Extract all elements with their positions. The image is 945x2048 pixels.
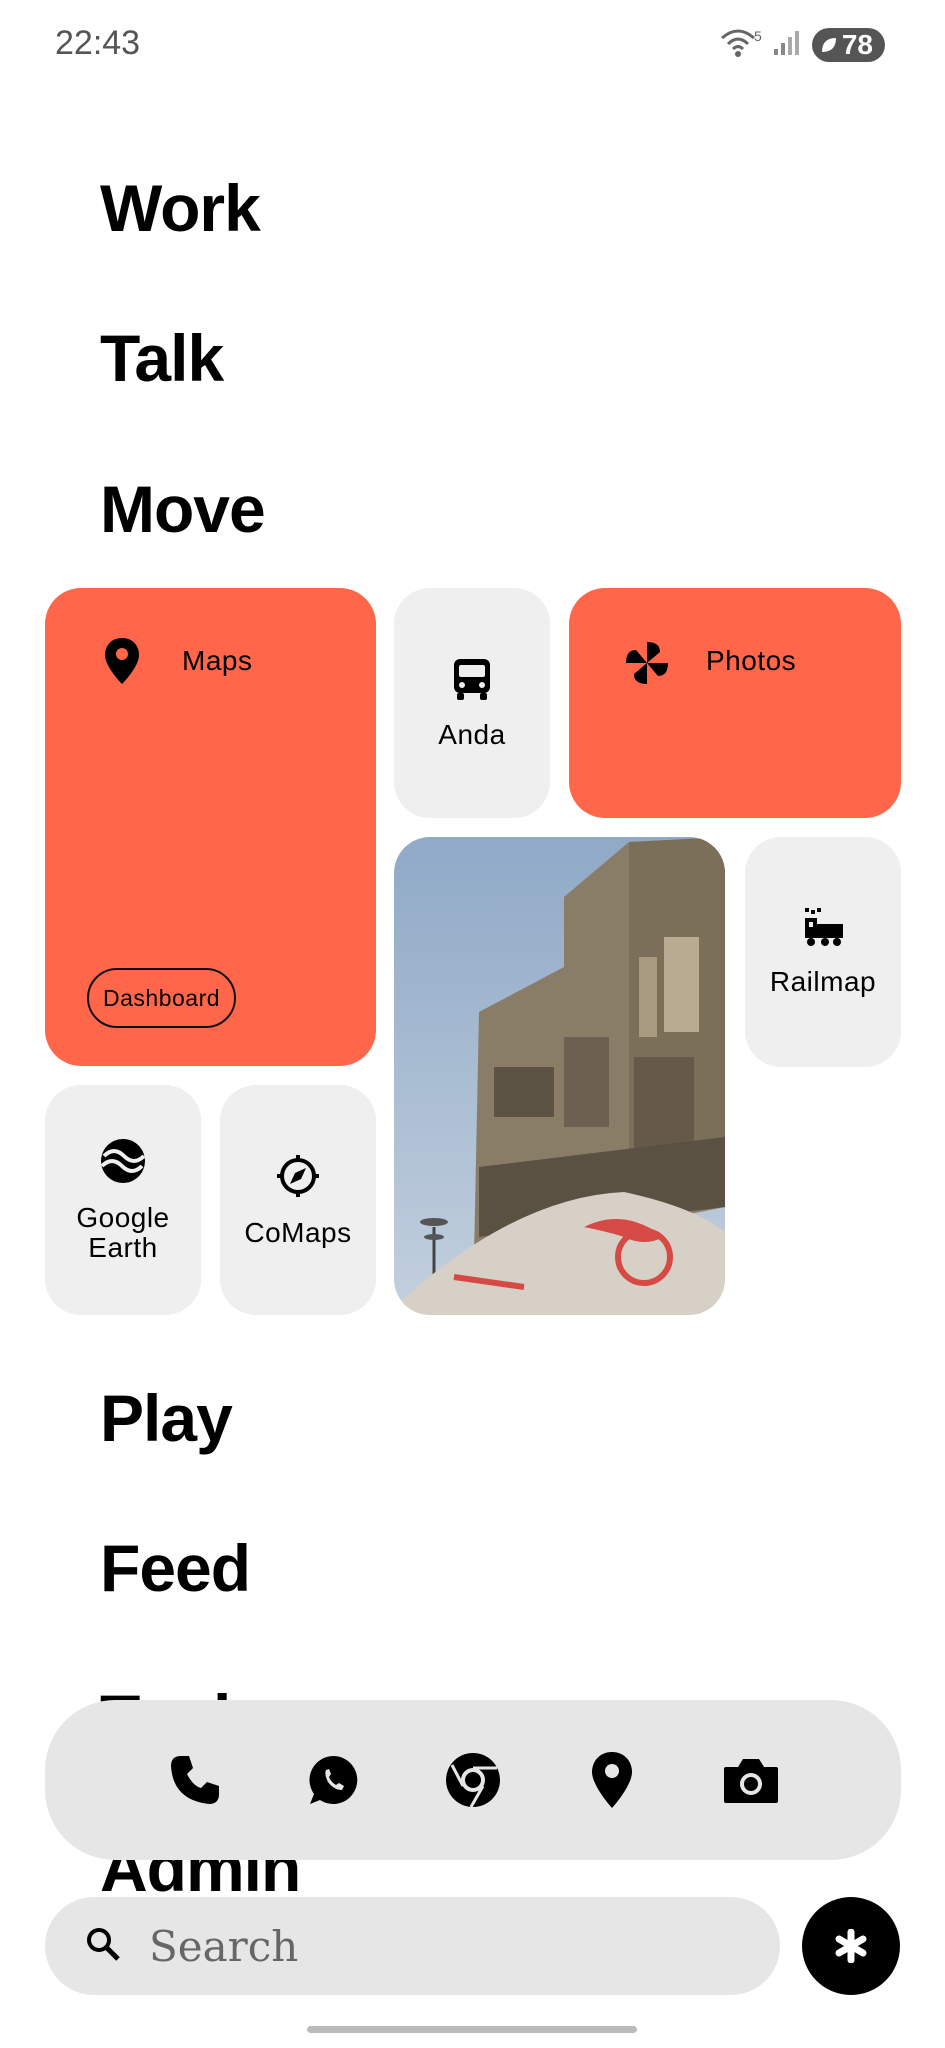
dashboard-chip[interactable]: Dashboard	[87, 968, 237, 1028]
google-earth-tile[interactable]: Google Earth	[45, 1085, 201, 1315]
google-earth-label: Google Earth	[76, 1201, 170, 1263]
category-move[interactable]: Move	[100, 471, 266, 547]
railmap-label: Railmap	[769, 965, 877, 997]
chrome-icon[interactable]	[441, 1748, 505, 1812]
home-indicator[interactable]	[307, 2026, 637, 2033]
train-icon	[799, 907, 847, 953]
category-work[interactable]: Work	[100, 170, 261, 246]
bus-icon	[452, 657, 492, 706]
pinwheel-icon	[624, 640, 670, 691]
battery-level: 78	[841, 28, 873, 60]
map-pin-icon	[105, 638, 139, 689]
anda-label: Anda	[438, 718, 506, 750]
anda-tile[interactable]: Anda	[394, 588, 550, 818]
maps-label: Maps	[182, 645, 253, 676]
photos-label: Photos	[706, 645, 797, 676]
search-bar[interactable]: Search	[45, 1897, 780, 1995]
asterisk-icon	[835, 1929, 867, 1963]
railmap-tile[interactable]: Railmap	[745, 837, 901, 1067]
comaps-label: CoMaps	[244, 1216, 352, 1248]
search-icon	[85, 1926, 121, 1967]
dock	[45, 1700, 901, 1860]
status-time: 22:43	[55, 24, 141, 62]
photos-tile[interactable]: Photos	[569, 588, 901, 818]
whatsapp-icon[interactable]	[302, 1748, 366, 1812]
search-input[interactable]: Search	[149, 1922, 298, 1971]
earth-waves-icon	[100, 1138, 146, 1189]
photo-widget[interactable]	[394, 837, 725, 1315]
wifi-badge: 5	[754, 27, 762, 44]
maps-tile[interactable]: Maps Dashboard	[45, 588, 376, 1066]
camera-icon[interactable]	[719, 1748, 783, 1812]
comaps-tile[interactable]: CoMaps	[220, 1085, 376, 1315]
category-play[interactable]: Play	[100, 1380, 233, 1456]
battery-indicator: 78	[811, 27, 885, 62]
leaf-icon	[821, 37, 836, 52]
signal-icon	[772, 27, 802, 62]
status-icons: 5 78	[718, 26, 885, 63]
compass-icon	[275, 1153, 321, 1204]
building-photo	[394, 837, 725, 1315]
wifi-icon	[718, 26, 758, 63]
category-feed[interactable]: Feed	[100, 1530, 251, 1606]
category-talk[interactable]: Talk	[100, 320, 224, 396]
phone-icon[interactable]	[163, 1748, 227, 1812]
map-pin-icon[interactable]	[580, 1748, 644, 1812]
settings-asterisk-button[interactable]	[802, 1897, 900, 1995]
